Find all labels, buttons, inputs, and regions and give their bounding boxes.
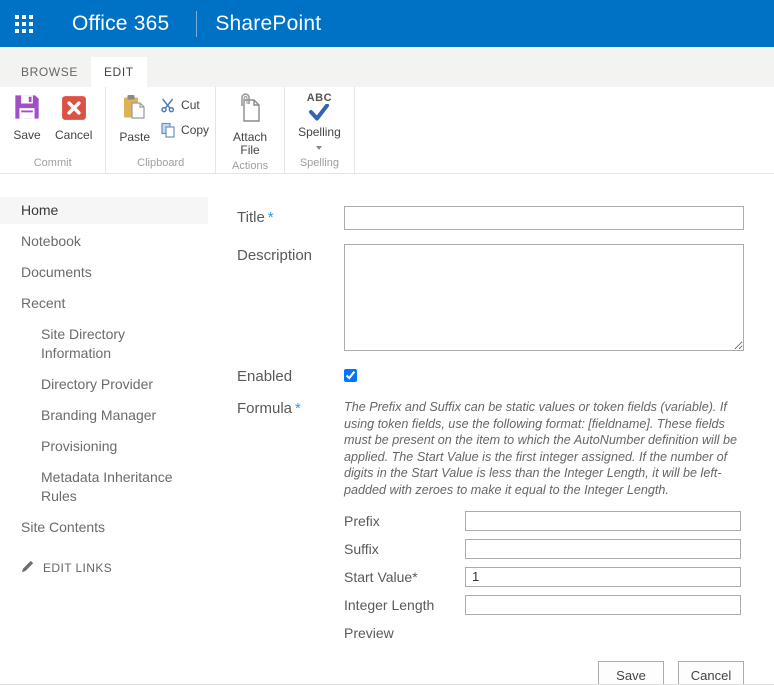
formula-column: The Prefix and Suffix can be static valu… — [344, 397, 744, 649]
prefix-label: Prefix — [344, 511, 465, 531]
cancel-ribbon-label: Cancel — [55, 129, 92, 142]
ribbon-group-spelling: ABC Spelling Spelling — [285, 87, 355, 173]
sidebar-item-recent[interactable]: Recent — [0, 290, 208, 317]
integer-length-label: Integer Length — [344, 595, 465, 615]
ribbon-group-commit: Save Cancel Commit — [0, 87, 106, 173]
formula-field-row: Formula* The Prefix and Suffix can be st… — [237, 397, 744, 649]
sidebar-item-provisioning[interactable]: Provisioning — [0, 433, 191, 460]
start-value-input[interactable] — [465, 567, 741, 587]
clipboard-group-label: Clipboard — [106, 157, 215, 173]
tab-browse[interactable]: BROWSE — [8, 57, 91, 87]
cut-icon — [159, 96, 176, 113]
edit-links-button[interactable]: EDIT LINKS — [0, 560, 208, 576]
main-area: Home Notebook Documents Recent Site Dire… — [0, 174, 774, 684]
suffix-field-row: Suffix — [344, 539, 744, 559]
formula-required-mark: * — [295, 400, 301, 417]
spelling-button[interactable]: ABC Spelling — [291, 90, 348, 153]
spelling-dropdown-caret-icon — [316, 146, 322, 150]
pencil-icon — [21, 560, 34, 576]
spelling-label: Spelling — [298, 126, 341, 139]
cancel-button[interactable]: Cancel — [678, 661, 744, 685]
spelling-icon: ABC — [307, 93, 332, 121]
ribbon-group-clipboard: Paste Cut — [106, 87, 216, 173]
description-textarea[interactable] — [344, 244, 744, 351]
integer-length-input[interactable] — [465, 595, 741, 615]
sidebar-item-metadata-inheritance-rules[interactable]: Metadata Inheritance Rules — [0, 464, 191, 510]
attach-file-label: Attach File — [229, 131, 271, 157]
cut-button[interactable]: Cut — [159, 96, 209, 113]
tab-edit[interactable]: EDIT — [91, 57, 147, 87]
attach-file-icon — [236, 93, 264, 126]
title-required-mark: * — [268, 209, 274, 226]
start-value-label: Start Value* — [344, 567, 465, 587]
sidebar-item-site-contents[interactable]: Site Contents — [0, 514, 208, 541]
paste-button[interactable]: Paste — [112, 90, 157, 147]
commit-group-label: Commit — [0, 157, 105, 173]
sharepoint-page: Office 365 SharePoint BROWSE EDIT — [0, 0, 774, 685]
save-ribbon-label: Save — [13, 129, 40, 142]
sidebar-item-documents[interactable]: Documents — [0, 259, 208, 286]
formula-label: Formula* — [237, 397, 344, 649]
copy-icon — [159, 121, 176, 138]
paste-icon — [120, 93, 150, 126]
edit-links-label: EDIT LINKS — [43, 561, 112, 575]
quick-launch-sidebar: Home Notebook Documents Recent Site Dire… — [0, 174, 208, 684]
ribbon-group-actions: Attach File Actions — [216, 87, 285, 173]
enabled-checkbox[interactable] — [344, 369, 357, 382]
sidebar-item-home[interactable]: Home — [0, 197, 208, 224]
copy-button[interactable]: Copy — [159, 121, 209, 138]
title-field-row: Title* — [237, 206, 744, 230]
paste-label: Paste — [119, 131, 150, 144]
ribbon: Save Cancel Commit — [0, 87, 774, 174]
prefix-field-row: Prefix — [344, 511, 744, 531]
title-label: Title* — [237, 206, 344, 230]
spelling-group-label: Spelling — [285, 157, 354, 173]
sidebar-item-notebook[interactable]: Notebook — [0, 228, 208, 255]
attach-file-button[interactable]: Attach File — [222, 90, 278, 160]
cut-label: Cut — [181, 98, 200, 112]
form-footer-buttons: Save Cancel — [237, 661, 744, 685]
cancel-icon — [61, 93, 87, 124]
start-value-field-row: Start Value* — [344, 567, 744, 587]
preview-label: Preview — [344, 623, 465, 641]
suffix-input[interactable] — [465, 539, 741, 559]
suffix-label: Suffix — [344, 539, 465, 559]
sidebar-item-branding-manager[interactable]: Branding Manager — [0, 402, 191, 429]
save-button[interactable]: Save — [598, 661, 664, 685]
preview-field-row: Preview — [344, 623, 744, 641]
sidebar-item-directory-provider[interactable]: Directory Provider — [0, 371, 191, 398]
ribbon-tab-strip: BROWSE EDIT — [0, 47, 774, 87]
app-launcher-button[interactable] — [0, 0, 48, 47]
office-365-title[interactable]: Office 365 — [72, 12, 169, 36]
description-field-row: Description — [237, 244, 744, 351]
save-ribbon-button[interactable]: Save — [6, 90, 48, 145]
description-label: Description — [237, 244, 344, 351]
formula-help-text: The Prefix and Suffix can be static valu… — [344, 399, 744, 499]
cancel-ribbon-button[interactable]: Cancel — [48, 90, 99, 145]
title-input[interactable] — [344, 206, 744, 230]
enabled-field-row: Enabled — [237, 365, 744, 385]
edit-form: Title* Description Enabled Formula* The … — [208, 174, 774, 684]
spelling-abc-text: ABC — [307, 93, 332, 104]
sidebar-item-site-directory-information[interactable]: Site Directory Information — [0, 321, 191, 367]
enabled-label: Enabled — [237, 365, 344, 385]
suite-bar: Office 365 SharePoint — [0, 0, 774, 47]
suite-bar-divider — [196, 11, 197, 37]
integer-length-field-row: Integer Length — [344, 595, 744, 615]
copy-label: Copy — [181, 123, 209, 137]
prefix-input[interactable] — [465, 511, 741, 531]
save-icon — [13, 93, 41, 124]
app-launcher-icon — [15, 15, 33, 33]
sharepoint-title[interactable]: SharePoint — [215, 12, 321, 36]
